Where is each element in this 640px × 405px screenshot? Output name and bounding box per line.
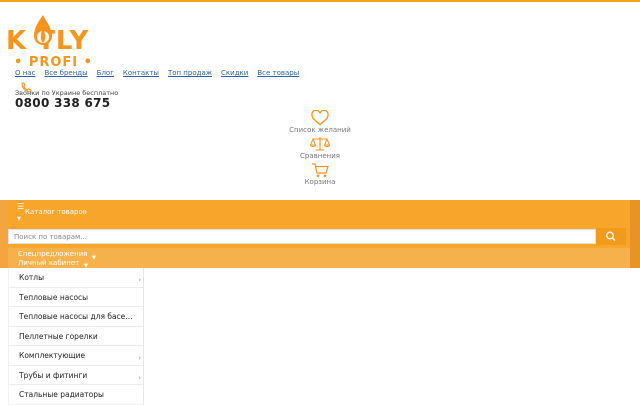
logo-subtitle: • PROFI • [14,55,93,70]
chevron-right-icon: › [138,354,141,362]
nav-all-products[interactable]: Все товары [257,69,299,78]
search-button[interactable] [596,228,626,245]
nav-discounts[interactable]: Скидки [221,69,248,78]
wishlist-link[interactable]: Список желаний [0,110,640,134]
wishlist-label: Список желаний [289,126,351,134]
search-icon [606,231,616,241]
menu-item-label: Стальные радиаторы [19,390,104,399]
menu-item-boilers[interactable]: Котлы › [9,268,143,288]
cart-link[interactable]: Корзина [0,162,640,186]
caret-down-icon: ▼ [17,216,21,222]
compare-label: Сравнения [300,152,340,160]
site-logo[interactable]: K TLY • PROFI • [6,14,110,70]
special-offers-link[interactable]: Спецпредложения [18,250,87,258]
category-menu: Котлы › Тепловые насосы Тепловые насосы … [8,268,144,405]
flame-icon [34,15,52,45]
secondary-bar [8,248,630,268]
top-accent-line [0,0,640,2]
search-input[interactable] [8,229,596,244]
menu-item-label: Пеллетные горелки [19,331,98,341]
menu-item-label: Комплектующие [19,351,86,360]
nav-blog[interactable]: Блог [97,69,114,78]
menu-item-label: Котлы [19,273,44,282]
menu-item-label: Трубы и фитинги [19,370,88,380]
menu-item-pool-heat-pumps[interactable]: Тепловые насосы для басей... [9,307,143,327]
caret-down-icon: ▼ [92,255,96,261]
cart-label: Корзина [304,178,336,186]
bar-left-strip [0,200,8,268]
menu-item-label: Тепловые насосы [19,292,89,302]
nav-brands[interactable]: Все бренды [44,69,87,78]
nav-contacts[interactable]: Контакты [123,69,159,78]
scales-icon [310,137,330,151]
menu-item-label: Тепловые насосы для басей... [19,312,137,321]
chevron-right-icon: › [138,373,141,382]
catalog-label: Каталог товаров [25,208,87,216]
search-bar [8,228,626,246]
nav-top-sales[interactable]: Топ продаж [168,69,212,78]
top-navigation: О нас Все бренды Блог Контакты Топ прода… [15,69,299,78]
compare-link[interactable]: Сравнения [0,136,640,160]
nav-about[interactable]: О нас [15,69,35,78]
menu-item-pellet-burners[interactable]: Пеллетные горелки [9,327,143,346]
catalog-menu-button[interactable]: ☰ Каталог товаров ▼ [17,202,137,224]
menu-item-steel-radiators[interactable]: Стальные радиаторы [9,385,143,405]
chevron-right-icon: › [138,276,141,284]
cart-icon [312,163,329,178]
bar-right-strip [630,200,640,268]
account-link[interactable]: Личный кабинет [18,259,79,267]
heart-icon [311,110,329,126]
hamburger-icon: ☰ [17,202,25,211]
menu-item-components[interactable]: Комплектующие › [9,346,143,366]
menu-item-pipes-fittings[interactable]: Трубы и фитинги › [9,366,143,385]
menu-item-heat-pumps[interactable]: Тепловые насосы [9,288,143,307]
phone-number[interactable]: 0800 338 675 [15,96,110,110]
